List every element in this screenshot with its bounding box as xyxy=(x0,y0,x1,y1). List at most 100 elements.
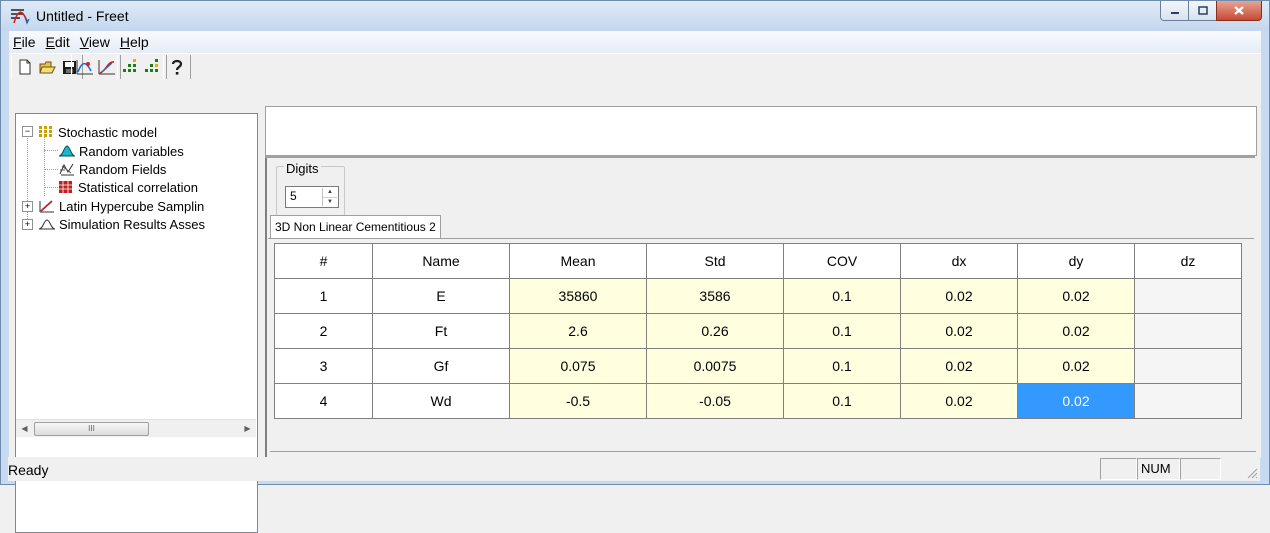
dz-cell[interactable] xyxy=(1134,383,1242,419)
menu-help[interactable]: Help xyxy=(116,34,155,50)
status-bar: Ready NUM xyxy=(8,457,1260,481)
results-icon xyxy=(38,219,56,230)
tree-collapse-toggle[interactable]: − xyxy=(22,126,33,137)
menu-view[interactable]: View xyxy=(76,34,116,50)
tree-item-latin-hypercube[interactable]: Latin Hypercube Samplin xyxy=(38,197,204,215)
dy-cell-selected[interactable]: 0.02 xyxy=(1017,383,1135,419)
std-cell[interactable]: 0.0075 xyxy=(646,348,784,384)
dy-cell[interactable]: 0.02 xyxy=(1017,278,1135,314)
open-icon xyxy=(38,61,56,73)
tab-3d-non-linear-cementitious[interactable]: 3D Non Linear Cementitious 2 xyxy=(270,215,441,238)
status-pane-scroll xyxy=(1180,458,1221,480)
std-cell[interactable]: 0.26 xyxy=(646,313,784,349)
cov-cell[interactable]: 0.1 xyxy=(783,383,901,419)
table-a-button[interactable] xyxy=(122,58,140,76)
minimize-button[interactable] xyxy=(1160,1,1189,21)
std-cell[interactable]: 3586 xyxy=(646,278,784,314)
new-button[interactable] xyxy=(16,58,34,76)
new-icon xyxy=(19,59,31,75)
cov-cell[interactable]: 0.1 xyxy=(783,348,901,384)
digits-value[interactable]: 5 xyxy=(290,189,297,203)
title-bar[interactable]: Untitled - Freet xyxy=(1,1,1269,31)
mean-cell[interactable]: 2.6 xyxy=(509,313,647,349)
dz-cell[interactable] xyxy=(1134,348,1242,384)
dx-cell[interactable]: 0.02 xyxy=(900,313,1018,349)
dx-cell[interactable]: 0.02 xyxy=(900,348,1018,384)
app-icon xyxy=(11,9,30,25)
curve-a-icon xyxy=(76,60,93,75)
tree-connector xyxy=(44,169,58,170)
help-button[interactable] xyxy=(168,58,186,76)
digits-spin-buttons: ▲ ▼ xyxy=(322,188,337,206)
menu-edit[interactable]: Edit xyxy=(42,34,76,50)
curve-a-button[interactable] xyxy=(76,58,94,76)
maximize-button[interactable] xyxy=(1188,1,1217,21)
tree-expand-toggle[interactable]: + xyxy=(22,201,33,212)
dz-cell[interactable] xyxy=(1134,313,1242,349)
tree-expand-toggle[interactable]: + xyxy=(22,219,33,230)
menu-view-mnemonic: V xyxy=(79,34,89,50)
scroll-thumb[interactable]: III xyxy=(34,422,149,436)
std-cell[interactable]: -0.05 xyxy=(646,383,784,419)
spin-down-icon[interactable]: ▼ xyxy=(323,198,337,207)
column-header-dy[interactable]: dy xyxy=(1017,243,1135,279)
menu-file[interactable]: File xyxy=(9,34,42,50)
description-panel xyxy=(265,106,1257,156)
cov-cell[interactable]: 0.1 xyxy=(783,313,901,349)
window-title: Untitled - Freet xyxy=(36,8,129,24)
dy-cell[interactable]: 0.02 xyxy=(1017,348,1135,384)
table-row: 1 E 35860 3586 0.1 0.02 0.02 xyxy=(274,278,1242,314)
tree-item-random-variables[interactable]: Random variables xyxy=(58,142,184,160)
column-header-cov[interactable]: COV xyxy=(783,243,901,279)
tree-item-stochastic-model[interactable]: Stochastic model xyxy=(38,123,157,141)
cov-cell[interactable]: 0.1 xyxy=(783,278,901,314)
mean-cell[interactable]: 0.075 xyxy=(509,348,647,384)
name-cell[interactable]: Wd xyxy=(372,383,510,419)
curve-b-button[interactable] xyxy=(98,58,116,76)
column-header-std[interactable]: Std xyxy=(646,243,784,279)
resize-grip-icon[interactable] xyxy=(1246,467,1258,479)
dx-cell[interactable]: 0.02 xyxy=(900,383,1018,419)
tree-horizontal-scrollbar[interactable]: ◀ III ▶ xyxy=(16,419,256,437)
menu-help-label: elp xyxy=(129,34,149,50)
column-header-index[interactable]: # xyxy=(274,243,373,279)
table-b-button[interactable] xyxy=(144,58,162,76)
dy-cell[interactable]: 0.02 xyxy=(1017,313,1135,349)
scroll-right-icon[interactable]: ▶ xyxy=(239,420,256,437)
digits-spinner[interactable]: 5 ▲ ▼ xyxy=(285,186,339,208)
caption-buttons xyxy=(1160,1,1262,22)
column-header-mean[interactable]: Mean xyxy=(509,243,647,279)
tree-item-statistical-correlation[interactable]: Statistical correlation xyxy=(58,178,198,196)
column-header-dx[interactable]: dx xyxy=(900,243,1018,279)
tree-item-simulation-results[interactable]: Simulation Results Asses xyxy=(38,215,205,233)
menu-edit-label: dit xyxy=(54,34,70,50)
close-icon xyxy=(1234,6,1244,15)
table-row: 4 Wd -0.5 -0.05 0.1 0.02 0.02 xyxy=(274,383,1242,419)
name-cell[interactable]: Gf xyxy=(372,348,510,384)
mean-cell[interactable]: -0.5 xyxy=(509,383,647,419)
tab-baseline xyxy=(268,238,1254,239)
row-index-cell[interactable]: 1 xyxy=(274,278,373,314)
minimize-icon xyxy=(1170,11,1179,14)
digits-label: Digits xyxy=(284,161,321,176)
table-row: 3 Gf 0.075 0.0075 0.1 0.02 0.02 xyxy=(274,348,1242,384)
column-header-name[interactable]: Name xyxy=(372,243,510,279)
mean-cell[interactable]: 35860 xyxy=(509,278,647,314)
spin-up-icon[interactable]: ▲ xyxy=(323,188,337,198)
toolbar-table-group xyxy=(117,55,167,79)
close-button[interactable] xyxy=(1216,1,1262,21)
table-a-icon xyxy=(123,59,136,72)
name-cell[interactable]: E xyxy=(372,278,510,314)
dz-cell[interactable] xyxy=(1134,278,1242,314)
maximize-icon xyxy=(1197,6,1208,15)
status-pane-caps xyxy=(1100,458,1137,480)
tree-item-random-fields[interactable]: Random Fields xyxy=(58,160,166,178)
row-index-cell[interactable]: 2 xyxy=(274,313,373,349)
column-header-dz[interactable]: dz xyxy=(1134,243,1242,279)
dx-cell[interactable]: 0.02 xyxy=(900,278,1018,314)
row-index-cell[interactable]: 3 xyxy=(274,348,373,384)
open-button[interactable] xyxy=(38,58,56,76)
name-cell[interactable]: Ft xyxy=(372,313,510,349)
scroll-left-icon[interactable]: ◀ xyxy=(16,420,33,437)
row-index-cell[interactable]: 4 xyxy=(274,383,373,419)
